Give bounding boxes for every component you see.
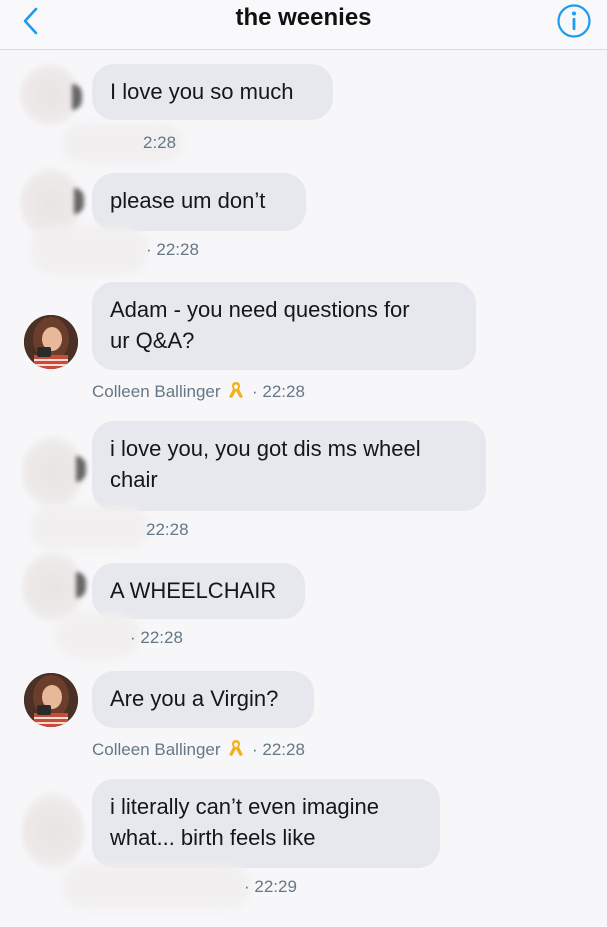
- conversation-title: the weenies: [235, 4, 372, 31]
- message-timestamp: · 22:28: [130, 628, 183, 647]
- message-timestamp: · 22:29: [244, 877, 297, 896]
- message-timestamp: 2:28: [143, 133, 177, 152]
- redacted-name: [30, 506, 148, 548]
- message-text: I love you so much: [110, 79, 294, 104]
- message-text-line: i love you, you got dis ms wheel: [110, 436, 421, 461]
- profile-photo-icon: [24, 315, 78, 369]
- info-button[interactable]: [556, 3, 592, 39]
- ribbon-icon: [229, 382, 244, 398]
- ribbon-icon: [229, 740, 244, 756]
- message-bubble[interactable]: please um don’t: [92, 173, 306, 231]
- message-bubble[interactable]: Adam - you need questions for ur Q&A?: [92, 282, 476, 370]
- message-text-line: chair: [110, 467, 158, 492]
- message-text-line: i literally can’t even imagine: [110, 794, 380, 819]
- avatar[interactable]: [22, 436, 86, 508]
- sender-name[interactable]: Colleen Ballinger: [92, 382, 221, 401]
- message-timestamp: · 22:28: [252, 740, 305, 759]
- message-text-line: Adam - you need questions for: [110, 297, 410, 322]
- message-bubble[interactable]: A WHEELCHAIR: [92, 563, 305, 619]
- message-timestamp: · 22:28: [252, 382, 305, 401]
- conversation-header: the weenies: [0, 0, 607, 50]
- redacted-name: [56, 612, 140, 658]
- avatar[interactable]: [24, 673, 78, 727]
- avatar[interactable]: [20, 64, 82, 126]
- avatar[interactable]: [24, 315, 78, 369]
- message-text: A WHEELCHAIR: [110, 578, 277, 603]
- message-meta: Colleen Ballinger · 22:28: [92, 738, 305, 760]
- message-bubble[interactable]: i love you, you got dis ms wheel chair: [92, 421, 486, 511]
- sender-name[interactable]: Colleen Ballinger: [92, 740, 221, 759]
- info-circle-icon: [557, 4, 591, 38]
- profile-photo-icon: [24, 673, 78, 727]
- avatar[interactable]: [22, 792, 84, 870]
- message-bubble[interactable]: I love you so much: [92, 64, 333, 120]
- message-timestamp: · 22:28: [146, 240, 199, 259]
- message-text: please um don’t: [110, 188, 266, 213]
- message-text-line: what... birth feels like: [110, 825, 316, 850]
- message-timestamp: 22:28: [146, 520, 189, 539]
- message-text-line: ur Q&A?: [110, 328, 195, 353]
- redacted-name: [30, 226, 148, 274]
- message-bubble[interactable]: Are you a Virgin?: [92, 671, 314, 728]
- message-meta: Colleen Ballinger · 22:28: [92, 380, 305, 402]
- message-text: Are you a Virgin?: [110, 686, 279, 711]
- redacted-name: [62, 864, 250, 908]
- message-bubble[interactable]: i literally can’t even imagine what... b…: [92, 779, 440, 868]
